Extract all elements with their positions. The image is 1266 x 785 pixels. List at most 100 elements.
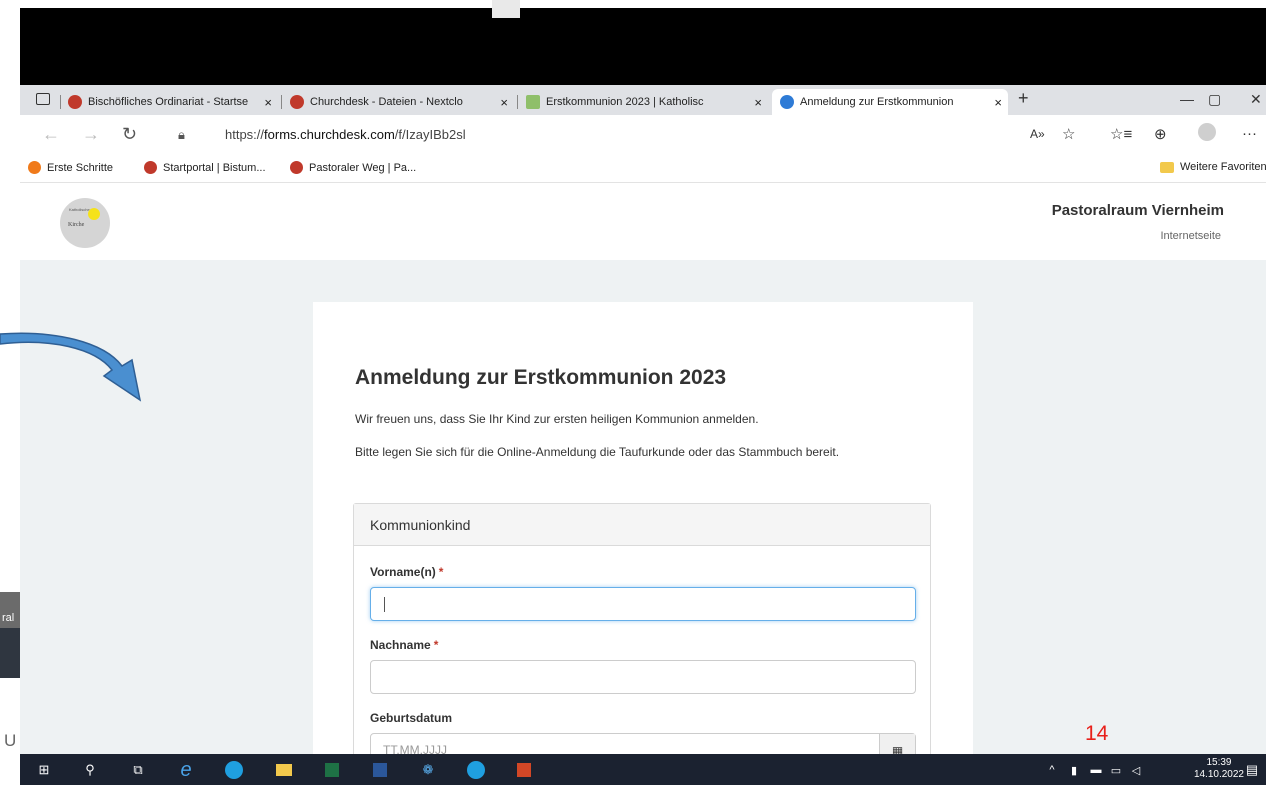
url-host: forms.churchdesk.com — [264, 127, 395, 142]
screenshot-stage: Bischöfliches Ordinariat - Startse × Chu… — [0, 0, 1266, 785]
churchdesk-forms-favicon-icon — [780, 95, 794, 109]
favorites-icon[interactable]: ☆≡ — [1110, 125, 1132, 143]
logo-dot — [88, 208, 100, 220]
bistum-favicon-icon — [144, 161, 157, 174]
top-notch — [492, 0, 520, 18]
profile-avatar-icon[interactable] — [1198, 123, 1216, 141]
label-text: Vorname(n) — [370, 565, 436, 579]
tab-title: Bischöfliches Ordinariat - Startse — [88, 96, 249, 108]
add-favorite-icon[interactable]: ☆ — [1062, 125, 1075, 143]
reload-icon[interactable]: ↻ — [122, 124, 137, 145]
tab-title: Anmeldung zur Erstkommunion — [800, 96, 954, 108]
excel-icon[interactable] — [322, 760, 342, 780]
internet-explorer-icon[interactable]: e — [176, 759, 196, 781]
section-panel-kommunionkind: Kommunionkind Vorname(n) * Nachname * Gebu… — [353, 503, 931, 754]
tab-close-icon[interactable]: × — [754, 95, 762, 110]
favorite-label: Erste Schritte — [47, 161, 114, 174]
last-name-label: Nachname * — [370, 638, 438, 652]
section-title: Kommunionkind — [370, 517, 471, 533]
form-intro-text: Bitte legen Sie sich für die Online-Anme… — [355, 445, 840, 459]
favorite-pastoraler-weg[interactable]: Pastoraler Weg | Pa... — [290, 161, 416, 174]
favorite-startportal[interactable]: Startportal | Bistum... — [144, 161, 266, 174]
tab-title: Churchdesk - Dateien - Nextclo — [310, 96, 463, 108]
lock-icon[interactable]: 🔒︎ — [178, 127, 185, 143]
tab-close-icon[interactable]: × — [994, 95, 1002, 110]
url-path: /f/IzayIBb2sl — [394, 127, 466, 142]
notifications-icon[interactable]: ▤ — [1242, 760, 1262, 780]
last-name-input[interactable] — [370, 660, 916, 694]
page-favicon-icon — [526, 95, 540, 109]
fragment-text: ral — [2, 612, 15, 624]
birthdate-label: Geburtsdatum — [370, 711, 453, 725]
maximize-icon[interactable]: ▢ — [1208, 91, 1221, 108]
calendar-icon[interactable]: ▦ — [879, 734, 915, 754]
tab-separator — [517, 95, 518, 109]
form-title: Anmeldung zur Erstkommunion 2023 — [355, 366, 727, 389]
minimize-icon[interactable]: — — [1180, 91, 1194, 107]
more-favorites-folder[interactable]: Weitere Favoriten — [1160, 161, 1266, 173]
powerpoint-icon[interactable] — [514, 760, 534, 780]
church-logo[interactable]: Katholische Kirche — [60, 198, 110, 248]
section-panel-header: Kommunionkind — [354, 504, 930, 546]
black-top-strip — [20, 8, 1266, 85]
read-aloud-icon[interactable]: A» — [1030, 127, 1045, 141]
search-icon[interactable]: ⚲ — [80, 760, 100, 780]
favorite-label: Pastoraler Weg | Pa... — [309, 161, 417, 174]
tray-network-icon[interactable]: ▭ — [1106, 760, 1126, 780]
tab-separator — [60, 95, 61, 109]
form-intro-text: Wir freuen uns, dass Sie Ihr Kind zur er… — [355, 412, 759, 426]
tab-separator — [281, 95, 282, 109]
label-text: Nachname — [370, 638, 431, 652]
windows-taskbar: ⊞ ⚲ ⧉ e ❁ ^ ▮ ▬ ▭ ◁ 15:39 14.10.2022 ▤ — [20, 754, 1266, 785]
favorite-label: Startportal | Bistum... — [163, 161, 266, 174]
tab-anmeldung-active[interactable]: Anmeldung zur Erstkommunion × — [772, 89, 1008, 115]
browser-tab-bar: Bischöfliches Ordinariat - Startse × Chu… — [20, 85, 1266, 115]
task-view-icon[interactable]: ⧉ — [128, 760, 148, 780]
site-header: Katholische Kirche Pastoralraum Viernhei… — [20, 184, 1266, 260]
tray-battery-icon[interactable]: ▬ — [1086, 760, 1106, 780]
new-tab-button[interactable]: + — [1018, 88, 1029, 109]
word-icon[interactable] — [370, 760, 390, 780]
close-window-icon[interactable]: ✕ — [1250, 91, 1262, 108]
favorite-label: Weitere Favoriten — [1180, 161, 1266, 173]
logo-text: Kirche — [68, 222, 85, 228]
edge-running-icon[interactable] — [466, 760, 486, 780]
tab-actions-icon[interactable] — [36, 93, 50, 105]
birthdate-input[interactable]: TT.MM.JJJJ ▦ — [370, 733, 916, 754]
folder-icon — [1160, 161, 1174, 173]
windows-start-icon[interactable]: ⊞ — [34, 760, 54, 780]
edge-icon[interactable] — [224, 760, 244, 780]
collections-icon[interactable]: ⊕ — [1154, 125, 1167, 143]
tab-close-icon[interactable]: × — [500, 95, 508, 110]
network-globe-icon[interactable]: ❁ — [418, 760, 438, 780]
web-page: Katholische Kirche Pastoralraum Viernhei… — [20, 184, 1266, 754]
favorite-erste-schritte[interactable]: Erste Schritte — [28, 161, 113, 174]
curved-arrow-annotation — [0, 332, 142, 402]
tab-churchdesk[interactable]: Churchdesk - Dateien - Nextclo × — [290, 89, 514, 115]
forward-arrow-icon[interactable]: → — [82, 124, 100, 145]
required-marker: * — [438, 565, 444, 579]
tab-ordinariat[interactable]: Bischöfliches Ordinariat - Startse × — [68, 89, 278, 115]
url-field[interactable]: https://forms.churchdesk.com/f/IzayIBb2s… — [225, 127, 466, 142]
background-dark-fragment — [0, 628, 20, 678]
tray-usb-icon[interactable]: ▮ — [1064, 760, 1084, 780]
churchdesk-favicon-icon — [290, 95, 304, 109]
tray-chevron-icon[interactable]: ^ — [1042, 760, 1062, 780]
birthdate-placeholder: TT.MM.JJJJ — [383, 743, 447, 754]
first-name-input[interactable] — [370, 587, 916, 621]
slide-number: 14 — [1085, 722, 1109, 745]
taskbar-clock[interactable]: 15:39 14.10.2022 — [1194, 757, 1244, 781]
slide-text-fragment: U — [4, 731, 17, 750]
site-subtitle-link[interactable]: Internetseite — [1160, 230, 1221, 242]
more-menu-icon[interactable]: ··· — [1242, 125, 1257, 142]
back-arrow-icon[interactable]: ← — [42, 124, 60, 145]
file-explorer-icon[interactable] — [274, 760, 294, 780]
favorites-bar: Erste Schritte Startportal | Bistum... P… — [20, 155, 1266, 183]
clock-date: 14.10.2022 — [1193, 769, 1244, 780]
site-title[interactable]: Pastoralraum Viernheim — [1052, 202, 1224, 219]
tray-volume-icon[interactable]: ◁ — [1126, 760, 1146, 780]
bistum-favicon-icon — [290, 161, 303, 174]
tab-close-icon[interactable]: × — [264, 95, 272, 110]
tab-erstkommunion[interactable]: Erstkommunion 2023 | Katholisc × — [526, 89, 768, 115]
text-caret — [384, 597, 385, 612]
